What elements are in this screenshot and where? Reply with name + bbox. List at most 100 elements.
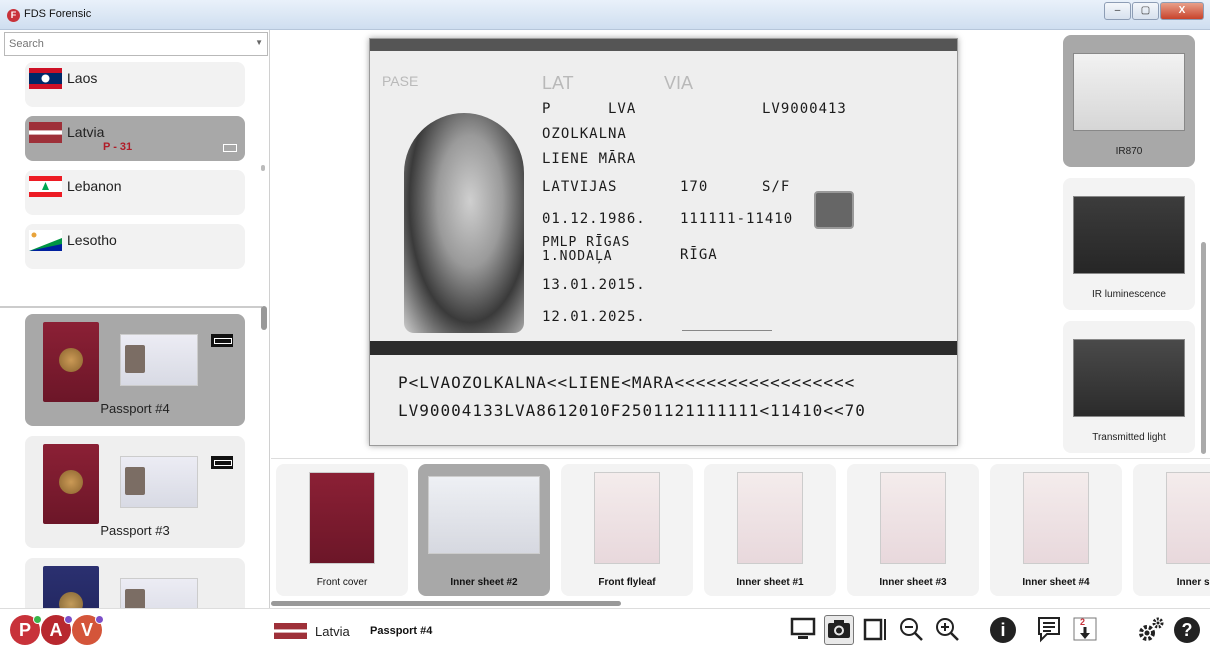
country-name: Laos	[67, 70, 98, 86]
coat-of-arms-icon	[59, 592, 83, 608]
document-name: Passport #3	[100, 523, 170, 538]
passport-cover-thumbnail	[43, 566, 99, 608]
inner-sheet-1-thumbnail	[737, 472, 803, 564]
chip-icon	[223, 144, 237, 152]
search-input[interactable]	[5, 33, 245, 55]
lebanon-flag-icon	[29, 176, 62, 197]
coat-of-arms-icon	[59, 348, 83, 372]
selected-country: Latvia	[315, 624, 350, 639]
info-icon[interactable]: i	[990, 617, 1016, 643]
pase-label: PASE	[382, 73, 419, 89]
page-front-cover[interactable]: Front cover	[276, 464, 408, 596]
passport-page-thumbnail	[120, 456, 198, 508]
lesotho-flag-icon	[29, 230, 62, 251]
download-icon[interactable]: 2	[1070, 615, 1100, 645]
light-ir-luminescence[interactable]: IR luminescence	[1063, 178, 1195, 310]
field-given-names: LIENE MĀRA	[542, 151, 637, 167]
page-name: Inner sheet #3	[879, 577, 947, 588]
coat-of-arms-icon	[59, 470, 83, 494]
status-dot-icon	[95, 615, 104, 624]
page-front-flyleaf[interactable]: Front flyleaf	[561, 464, 693, 596]
maximize-button[interactable]: ▢	[1132, 2, 1159, 20]
country-item-latvia[interactable]: Latvia P - 31	[25, 116, 245, 161]
inner-sheet-3-thumbnail	[880, 472, 946, 564]
passport-page-thumbnail	[120, 334, 198, 386]
window-controls: – ▢ X	[1104, 2, 1204, 20]
search-box[interactable]: ▼	[4, 32, 268, 56]
main-image-area: PASE LAT VIA P LVA LV9000413 OZOLKALNA L…	[271, 30, 1056, 458]
field-expiry-date: 12.01.2025.	[542, 309, 646, 325]
light-name: IR870	[1115, 146, 1143, 157]
document-item-passport[interactable]	[25, 558, 245, 608]
ir870-thumbnail	[1073, 53, 1185, 131]
document-list-scrollbar[interactable]	[261, 306, 267, 330]
light-ir870[interactable]: IR870	[1063, 35, 1195, 167]
light-panel-scrollbar[interactable]	[1201, 242, 1206, 454]
zoom-in-icon[interactable]	[932, 615, 962, 645]
camera-icon[interactable]	[824, 615, 854, 645]
app-logo-icon: F	[7, 9, 20, 22]
passport-page-thumbnail	[120, 578, 198, 608]
country-name: Latvia	[67, 124, 105, 140]
inner-sheet-2-thumbnail	[428, 476, 540, 554]
light-name: Transmitted light	[1092, 432, 1166, 443]
page-inner-sheet-3[interactable]: Inner sheet #3	[847, 464, 979, 596]
crop-icon[interactable]	[860, 615, 890, 645]
country-name: Lebanon	[67, 178, 122, 194]
help-icon[interactable]: ?	[1174, 617, 1200, 643]
mrz-line-2: LV90004133LVA8612010F2501121111111<11410…	[398, 401, 866, 420]
notes-icon[interactable]	[1034, 615, 1064, 645]
mode-a-button[interactable]: A	[41, 615, 73, 645]
page-strip-scrollbar[interactable]	[271, 601, 621, 606]
bottom-toolbar: P A V Latvia Passport #4 i 2 ?	[0, 608, 1210, 648]
inner-sheet-thumbnail	[1166, 472, 1210, 564]
document-item-passport-3[interactable]: Passport #3	[25, 436, 245, 548]
chevron-down-icon[interactable]: ▼	[255, 38, 263, 47]
page-name: Front flyleaf	[598, 577, 656, 588]
passport-data-page-image[interactable]: PASE LAT VIA P LVA LV9000413 OZOLKALNA L…	[369, 38, 958, 446]
zoom-out-icon[interactable]	[896, 615, 926, 645]
close-button[interactable]: X	[1160, 2, 1204, 20]
settings-icon[interactable]	[1136, 615, 1166, 645]
page-inner-sheet-4[interactable]: Inner sheet #4	[990, 464, 1122, 596]
passport-cover-thumbnail	[43, 444, 99, 524]
chip-icon	[211, 456, 233, 469]
mode-v-button[interactable]: V	[72, 615, 104, 645]
contactless-chip-image	[814, 191, 854, 229]
mrz-band	[370, 341, 957, 355]
field-type: P	[542, 101, 552, 117]
country-item-lebanon[interactable]: Lebanon	[25, 170, 245, 215]
download-badge: 2	[1080, 617, 1086, 627]
light-name: IR luminescence	[1092, 289, 1166, 300]
page-inner-sheet-partial[interactable]: Inner she	[1133, 464, 1210, 596]
inner-sheet-4-thumbnail	[1023, 472, 1089, 564]
page-name: Inner sheet #4	[1022, 577, 1090, 588]
document-list: Passport #4 Passport #3	[0, 310, 262, 608]
selected-document: Passport #4	[370, 625, 433, 637]
field-dob: 01.12.1986.	[542, 211, 646, 227]
holder-signature	[682, 301, 772, 331]
mode-letter: A	[49, 620, 63, 640]
document-item-passport-4[interactable]: Passport #4	[25, 314, 245, 426]
country-item-lesotho[interactable]: Lesotho	[25, 224, 245, 269]
page-name: Inner sheet #2	[450, 577, 518, 588]
field-authority-1: PMLP RĪGAS	[542, 235, 631, 250]
mode-p-button[interactable]: P	[10, 615, 42, 645]
ir-luminescence-thumbnail	[1073, 196, 1185, 274]
country-item-laos[interactable]: Laos	[25, 62, 245, 107]
mode-letter: V	[80, 620, 93, 640]
page-inner-sheet-2[interactable]: Inner sheet #2	[418, 464, 550, 596]
country-list-scrollbar[interactable]	[261, 165, 265, 171]
page-name: Inner sheet #1	[736, 577, 804, 588]
monitor-icon[interactable]	[788, 615, 818, 645]
chip-icon	[211, 334, 233, 347]
page-name: Front cover	[316, 577, 368, 588]
front-flyleaf-thumbnail	[594, 472, 660, 564]
field-sex: S/F	[762, 179, 791, 195]
left-panel: ▼ Laos Latvia P - 31 Lebanon	[0, 30, 270, 608]
latvia-flag-icon	[29, 122, 62, 143]
minimize-button[interactable]: –	[1104, 2, 1131, 20]
lat-label: LAT	[542, 73, 574, 93]
light-transmitted[interactable]: Transmitted light	[1063, 321, 1195, 453]
page-inner-sheet-1[interactable]: Inner sheet #1	[704, 464, 836, 596]
